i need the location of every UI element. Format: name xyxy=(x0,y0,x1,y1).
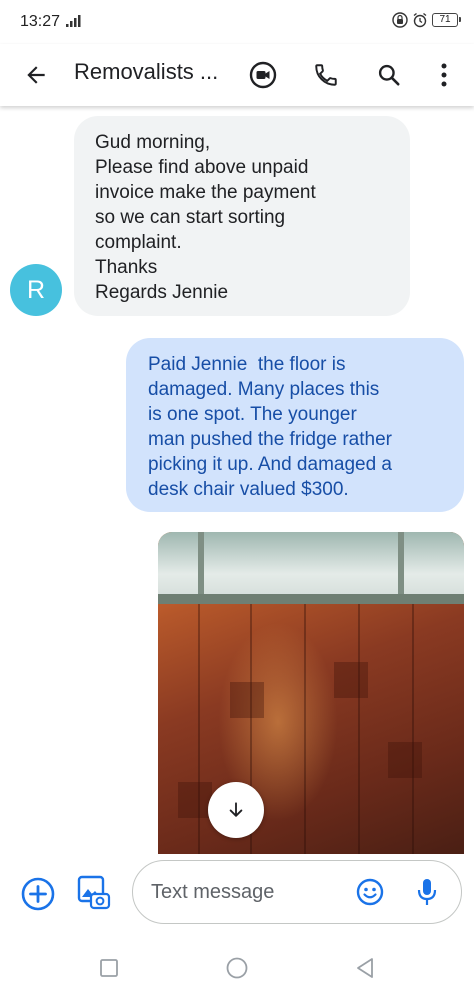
message-line: damaged. Many places this xyxy=(148,379,380,400)
more-options-button[interactable] xyxy=(424,55,464,95)
photo-window-frame xyxy=(158,594,464,604)
photo-floor-stripe xyxy=(388,742,422,778)
call-button[interactable] xyxy=(306,55,346,95)
contact-avatar[interactable]: R xyxy=(10,264,62,316)
video-call-icon xyxy=(249,61,277,89)
message-line: Gud morning, xyxy=(95,132,211,153)
message-line: man pushed the fridge rather xyxy=(148,429,392,450)
app-bar: Removalists ... xyxy=(0,44,474,106)
message-line: desk chair valued $300. xyxy=(148,479,349,500)
message-photo[interactable] xyxy=(158,532,464,854)
compose-bar xyxy=(0,854,474,934)
search-icon xyxy=(378,64,400,86)
outgoing-message-bubble[interactable]: Paid Jennie the floor is damaged. Many p… xyxy=(126,338,464,512)
photo-window-post xyxy=(198,532,204,602)
search-button[interactable] xyxy=(369,55,409,95)
video-call-button[interactable] xyxy=(243,55,283,95)
emoji-icon[interactable] xyxy=(355,877,385,907)
nav-back-icon[interactable] xyxy=(353,956,377,980)
message-line: Regards Jennie xyxy=(95,282,229,303)
arrow-down-icon xyxy=(229,802,243,817)
message-line: so we can start sorting xyxy=(95,207,286,228)
status-bar: 13:27 71 xyxy=(0,0,474,44)
conversation-title[interactable]: Removalists ... xyxy=(74,59,218,85)
message-line: complaint. xyxy=(95,232,182,253)
status-time: 13:27 xyxy=(20,13,61,30)
message-line: is one spot. The younger xyxy=(148,404,357,425)
system-nav-bar xyxy=(0,934,474,1000)
incoming-message-bubble[interactable]: Gud morning, Please find above unpaid in… xyxy=(74,116,410,316)
mic-icon[interactable] xyxy=(413,877,441,907)
photo-floor-stripe xyxy=(230,682,264,718)
photo-floor-stripe xyxy=(334,662,368,698)
photo-floor-plank xyxy=(358,604,360,854)
recent-apps-icon[interactable] xyxy=(97,956,121,980)
more-vert-icon xyxy=(441,63,447,87)
message-line: Thanks xyxy=(95,257,158,278)
battery-indicator: 71 xyxy=(432,13,461,27)
message-thread[interactable]: Gud morning, Please find above unpaid in… xyxy=(0,106,474,854)
message-line: invoice make the payment xyxy=(95,182,316,203)
home-icon[interactable] xyxy=(225,956,249,980)
phone-icon xyxy=(315,64,337,86)
photo-floor-plank xyxy=(412,604,414,854)
scroll-to-bottom-button[interactable] xyxy=(208,782,264,838)
status-icons: 71 xyxy=(392,12,461,28)
signal-icon xyxy=(66,15,81,27)
message-line: Paid Jennie the floor is xyxy=(148,354,346,375)
arrow-back-icon xyxy=(27,66,45,84)
gallery-icon[interactable] xyxy=(74,874,112,912)
back-button[interactable] xyxy=(16,55,56,95)
alarm-icon xyxy=(413,12,427,28)
photo-floor-plank xyxy=(304,604,306,854)
add-circle-icon[interactable] xyxy=(20,876,56,912)
photo-floor-stripe xyxy=(178,782,212,818)
photo-window-post xyxy=(398,532,404,602)
lock-icon xyxy=(392,12,408,28)
message-line: Please find above unpaid xyxy=(95,157,309,178)
message-input-container xyxy=(132,860,462,924)
message-input[interactable] xyxy=(151,879,341,905)
message-line: picking it up. And damaged a xyxy=(148,454,393,475)
